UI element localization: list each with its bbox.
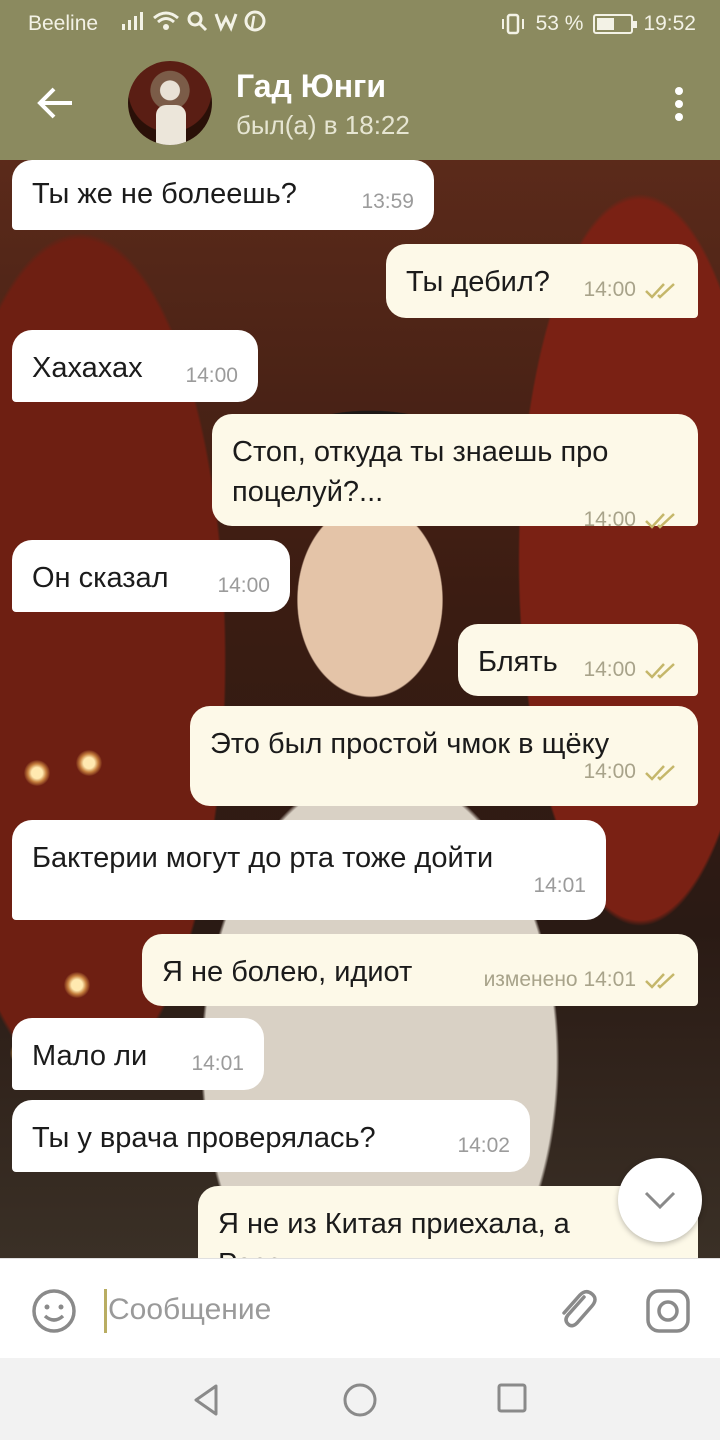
message-composer [0,1258,720,1358]
message-bubble-incoming[interactable]: Хахахах 14:00 [12,330,258,402]
message-time: 14:00 [185,364,238,387]
message-bubble-outgoing[interactable]: Стоп, откуда ты знаешь про поцелуй?... 1… [212,414,698,531]
status-icons-left [120,10,266,32]
message-text: Он сказал [32,562,169,594]
message-time: 14:00 [583,278,678,302]
double-check-icon [645,663,675,679]
message-bubble-incoming[interactable]: Мало ли 14:01 [12,1018,264,1090]
message-bubble-incoming[interactable]: Ты же не болеешь? 13:59 [12,160,434,230]
message-time: 14:00 [232,508,678,532]
message-time: 14:00 [217,574,270,597]
paperclip-icon[interactable] [554,1287,600,1333]
message-text: Я не болею, идиот [162,956,413,988]
message-time: 14:01 [533,874,586,897]
camera-icon[interactable] [644,1287,692,1335]
double-check-icon [645,513,675,529]
double-check-icon [645,973,675,989]
message-time: 14:02 [457,1134,510,1157]
pinterest-icon [244,10,266,32]
avatar[interactable] [128,61,212,145]
contact-name[interactable]: Гад Юнги [236,68,386,105]
chat-header: Гад Юнги был(а) в 18:22 [0,48,720,160]
last-seen-status: был(а) в 18:22 [236,110,410,140]
battery-percent: 53 % [535,12,584,35]
message-time: 14:00 [583,658,678,682]
w-app-icon [214,13,238,32]
nav-back-icon[interactable] [188,1382,224,1418]
battery-icon [593,14,638,34]
background-light [64,972,90,998]
message-text: Мало ли [32,1040,148,1072]
nav-home-icon[interactable] [342,1382,378,1418]
text-cursor [104,1289,107,1333]
more-vert-icon[interactable] [674,86,684,122]
message-time: 14:00 [210,760,678,784]
double-check-icon [645,765,675,781]
background-light [76,750,102,776]
message-text: Ты же не болеешь? [32,178,297,210]
message-text: Я не из Китая приехала, а России [218,1208,570,1258]
background-light [24,760,50,786]
message-time: 13:59 [361,190,414,213]
message-bubble-incoming[interactable]: Бактерии могут до рта тоже дойти 14:01 [12,820,606,920]
message-text: Это был простой чмок в щёку [210,728,610,760]
chevron-down-icon [644,1191,676,1210]
message-bubble-outgoing[interactable]: Ты дебил? 14:00 [386,244,698,318]
message-text: Блять [478,646,558,678]
message-time: 14:01 [191,1052,244,1075]
system-nav-bar [0,1358,720,1440]
message-bubble-outgoing[interactable]: Блять 14:00 [458,624,698,696]
message-text: Ты у врача проверялась? [32,1122,376,1154]
message-bubble-incoming[interactable]: Ты у врача проверялась? 14:02 [12,1100,530,1172]
message-text: Ты дебил? [406,266,550,298]
message-text: Стоп, откуда ты знаешь про поцелуй?... [232,436,609,508]
signal-icon [122,12,143,30]
message-bubble-incoming[interactable]: Он сказал 14:00 [12,540,290,612]
nav-recents-icon[interactable] [496,1382,528,1414]
message-list[interactable]: Ты же не болеешь? 13:59 Ты дебил? 14:00 … [0,160,720,1258]
message-input[interactable] [108,1285,528,1335]
message-text: Бактерии могут до рта тоже дойти [32,842,494,874]
status-icons-right: 53 % 19:52 [500,12,696,36]
vibrate-icon [501,13,524,35]
emoji-icon[interactable] [30,1287,78,1335]
message-text: Хахахах [32,352,143,384]
message-bubble-outgoing[interactable]: Это был простой чмок в щёку 14:00 [190,706,698,806]
carrier-name: Beeline [28,12,99,35]
search-icon [187,11,208,32]
scroll-to-bottom-button[interactable] [618,1158,702,1242]
message-time: изменено 14:01 [484,968,678,992]
double-check-icon [645,283,675,299]
status-bar: Beeline 53 % 19:52 [0,0,720,48]
back-arrow-icon[interactable] [30,80,80,126]
wifi-icon [153,11,179,30]
message-bubble-outgoing[interactable]: Я не болею, идиот изменено 14:01 [142,934,698,1006]
clock: 19:52 [643,12,696,35]
